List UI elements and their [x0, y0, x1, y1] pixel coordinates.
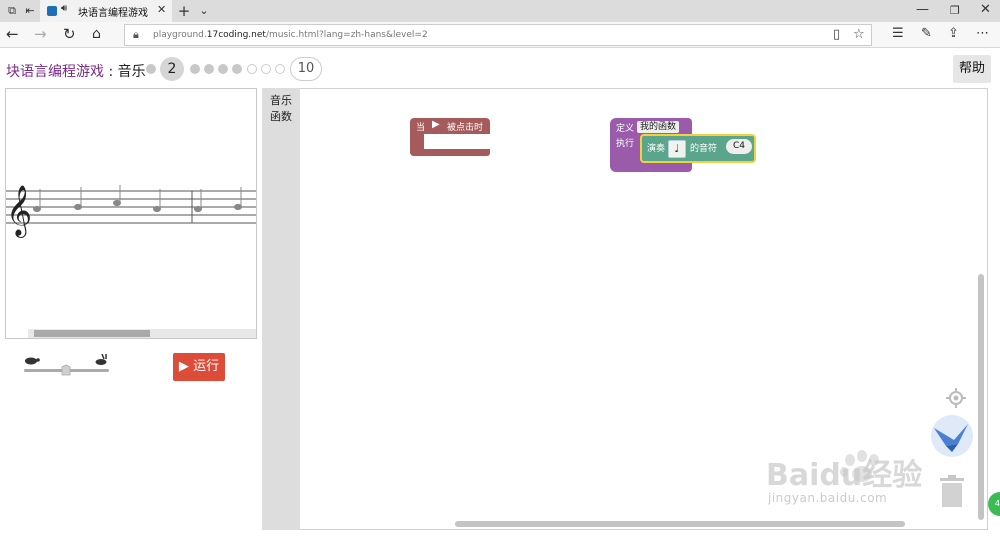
browser-tab-bar: ⧉ ⇤ 🔊︎ 块语言编程游戏 : 音 ✕ + ⌄ — ❐ ✕ [0, 0, 1000, 22]
rabbit-icon [95, 353, 107, 365]
page-title: 块语言编程游戏 : 音乐 [6, 64, 146, 80]
music-staff: 𝄞 [6, 185, 256, 238]
back-icon[interactable]: ← [6, 24, 19, 44]
level-dot-8[interactable] [261, 64, 271, 74]
speaker-icon[interactable]: 🔊︎ [61, 3, 67, 14]
function-name-field[interactable]: 我的函数 [637, 121, 680, 133]
workspace-vertical-scrollbar[interactable] [978, 274, 984, 520]
notification-badge[interactable]: 47 [988, 492, 1000, 516]
note-icon[interactable]: ♩ [668, 140, 686, 158]
set-aside-tabs-icon[interactable]: ⇤ [22, 3, 38, 19]
slider-knob [61, 364, 71, 376]
toolbox: 音乐 函数 [262, 88, 300, 530]
run-flag-icon: ▶ [432, 119, 440, 130]
help-button[interactable]: 帮助 [953, 55, 991, 83]
speed-slider[interactable] [22, 353, 112, 380]
share-icon[interactable]: ⇪ [948, 24, 959, 44]
url-text: playground.17coding.net/music.html?lang=… [153, 30, 428, 40]
more-icon[interactable]: ⋯ [976, 24, 989, 44]
note-value-dropdown[interactable]: C4 [726, 139, 752, 154]
level-dot-3[interactable] [190, 64, 200, 74]
toolbox-category-music[interactable]: 音乐 [262, 92, 300, 108]
toolbox-category-functions[interactable]: 函数 [262, 108, 300, 124]
new-tab-icon[interactable]: + [176, 3, 192, 19]
level-dot-1[interactable] [146, 64, 156, 74]
level-dot-4[interactable] [204, 64, 214, 74]
level-last[interactable]: 10 [290, 57, 322, 81]
when-clicked-block[interactable]: 当 ▶ 被点击时 [410, 118, 490, 156]
run-button[interactable]: ▶ 运行 [173, 353, 225, 381]
play-note-block[interactable]: 演奏 ♩ 的音符 C4 [640, 134, 756, 163]
hub-icon[interactable]: ☰ [892, 24, 904, 44]
close-tab-icon[interactable]: ✕ [157, 3, 166, 16]
browser-nav-bar: ← → ↻ ⌂ 🔒︎ playground.17coding.net/music… [0, 22, 1000, 48]
lock-icon: 🔒︎ [133, 28, 139, 41]
notes-pen-icon[interactable]: ✎ [921, 24, 932, 44]
level-dot-6[interactable] [232, 64, 242, 74]
close-window-icon[interactable]: ✕ [980, 2, 991, 17]
turtle-icon [25, 357, 40, 365]
restore-icon[interactable]: ❐ [950, 4, 960, 17]
home-icon[interactable]: ⌂ [92, 24, 101, 44]
refresh-icon[interactable]: ↻ [63, 24, 76, 44]
level-dot-7[interactable] [247, 64, 257, 74]
music-staff-panel: 𝄞 [5, 88, 257, 339]
recenter-target-icon[interactable] [946, 388, 966, 408]
tab-actions-icon[interactable]: ⧉ [4, 3, 20, 19]
workspace-horizontal-scrollbar[interactable] [455, 521, 905, 527]
watermark-url: jingyan.baidu.com [768, 491, 888, 505]
level-dot-5[interactable] [218, 64, 228, 74]
treble-clef-icon: 𝄞 [6, 185, 32, 238]
level-current[interactable]: 2 [160, 57, 184, 81]
watermark-text: Baidu经验 [766, 458, 923, 493]
minimize-icon[interactable]: — [916, 2, 929, 17]
play-icon: ▶ [178, 359, 189, 374]
reading-view-icon[interactable]: ▯ [833, 27, 840, 42]
level-dot-9[interactable] [275, 64, 285, 74]
staff-scroll-thumb[interactable] [34, 330, 150, 337]
staff-horizontal-scrollbar[interactable] [28, 329, 256, 338]
tab-title: 块语言编程游戏 : 音 [78, 8, 152, 19]
tab-list-chevron-icon[interactable]: ⌄ [196, 3, 212, 19]
favicon-icon [47, 6, 57, 16]
favorite-star-icon[interactable]: ☆ [853, 27, 865, 42]
forward-icon[interactable]: → [34, 24, 47, 44]
browser-tab-active[interactable]: 🔊︎ 块语言编程游戏 : 音 ✕ [40, 0, 172, 22]
address-bar[interactable]: 🔒︎ playground.17coding.net/music.html?la… [124, 24, 872, 46]
